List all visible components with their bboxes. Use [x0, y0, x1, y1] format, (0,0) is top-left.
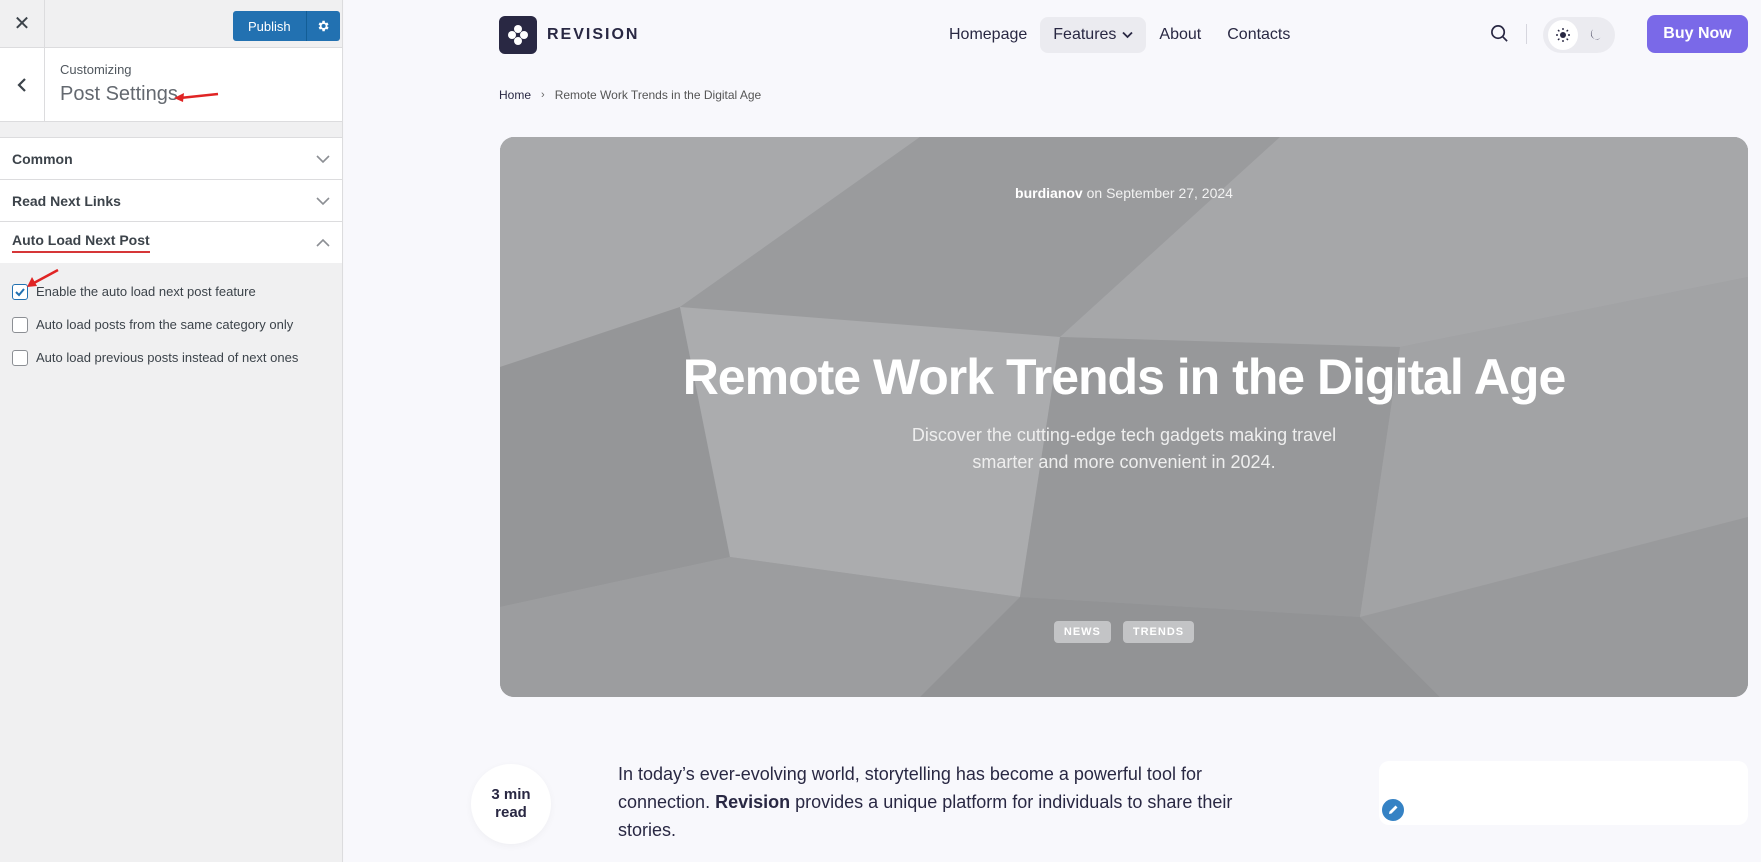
- chevron-up-icon: [316, 238, 330, 247]
- customizer-sidebar: ✕ Publish Customizing Post Settings Comm…: [0, 0, 343, 862]
- light-mode-button[interactable]: [1548, 20, 1578, 50]
- checkbox[interactable]: [12, 349, 28, 366]
- close-icon: ✕: [13, 13, 31, 35]
- section-options: Enable the auto load next post feature A…: [0, 263, 342, 386]
- publish-group: Publish: [233, 11, 340, 41]
- post-subtitle: Discover the cutting-edge tech gadgets m…: [500, 422, 1748, 476]
- section-label: Common: [12, 150, 73, 167]
- dark-mode-button[interactable]: [1580, 20, 1610, 50]
- hero-background: [500, 137, 1748, 697]
- chevron-down-icon: [316, 196, 330, 205]
- buy-now-button[interactable]: Buy Now: [1647, 15, 1748, 53]
- post-tags: NEWS TRENDS: [500, 621, 1748, 643]
- option-previous-posts[interactable]: Auto load previous posts instead of next…: [12, 341, 330, 374]
- site-preview: REVISION Homepage Features About Contact…: [344, 0, 1761, 862]
- panel-header: Customizing Post Settings: [0, 48, 342, 122]
- checkmark-icon: [15, 287, 25, 296]
- publish-button[interactable]: Publish: [233, 11, 306, 41]
- breadcrumb-home[interactable]: Home: [499, 88, 531, 102]
- read-time-unit: read: [495, 804, 527, 821]
- section-label: Read Next Links: [12, 192, 121, 209]
- section-read-next-links[interactable]: Read Next Links: [0, 179, 342, 221]
- read-time-badge: 3 min read: [471, 764, 551, 844]
- breadcrumb-current: Remote Work Trends in the Digital Age: [554, 88, 762, 102]
- chevron-right-icon: ›: [541, 89, 545, 101]
- tag-news[interactable]: NEWS: [1053, 621, 1111, 643]
- search-icon[interactable]: [1490, 24, 1509, 43]
- intro-brand: Revision: [715, 792, 791, 812]
- checkbox-checked[interactable]: [12, 283, 28, 300]
- publish-settings-button[interactable]: [305, 11, 340, 41]
- article-intro: In today’s ever-evolving world, storytel…: [618, 760, 1238, 844]
- option-label: Auto load previous posts instead of next…: [36, 350, 299, 365]
- intro-text-end: provides a unique platform for individua…: [618, 792, 1233, 840]
- option-same-category[interactable]: Auto load posts from the same category o…: [12, 308, 330, 341]
- edit-shortcut-button[interactable]: [1380, 797, 1406, 823]
- divider: [1526, 24, 1527, 44]
- post-date: September 27, 2024: [1106, 185, 1233, 201]
- sun-icon: [1556, 28, 1570, 42]
- theme-toggle[interactable]: [1543, 17, 1615, 53]
- tag-trends[interactable]: TRENDS: [1122, 621, 1195, 643]
- post-meta: burdianov on September 27, 2024: [500, 185, 1748, 201]
- option-label: Auto load posts from the same category o…: [36, 317, 294, 332]
- subtitle-text: Discover the cutting-edge tech gadgets m…: [911, 425, 1337, 472]
- site-header: REVISION Homepage Features About Contact…: [344, 0, 1761, 70]
- logo-icon: [499, 16, 537, 54]
- nav-label: Features: [1053, 26, 1117, 43]
- post-author[interactable]: burdianov: [1015, 185, 1083, 201]
- customizer-header: ✕ Publish: [0, 0, 342, 48]
- site-logo[interactable]: REVISION: [499, 16, 639, 54]
- option-enable-auto-load[interactable]: Enable the auto load next post feature: [12, 275, 330, 308]
- option-label: Enable the auto load next post feature: [36, 284, 256, 299]
- back-button[interactable]: [0, 48, 45, 121]
- gear-icon: [318, 20, 329, 32]
- section-label: Auto Load Next Post: [12, 232, 150, 253]
- main-nav: Homepage Features About Contacts: [936, 17, 1303, 53]
- date-prefix: on: [1086, 185, 1103, 201]
- section-auto-load-next-post[interactable]: Auto Load Next Post: [0, 221, 342, 263]
- close-customizer-button[interactable]: ✕: [0, 0, 45, 48]
- nav-features[interactable]: Features: [1040, 17, 1147, 53]
- panel-title: Post Settings: [60, 83, 178, 105]
- post-title: Remote Work Trends in the Digital Age: [682, 349, 1567, 405]
- pencil-icon: [1389, 805, 1398, 814]
- nav-contacts[interactable]: Contacts: [1214, 17, 1303, 53]
- moon-icon: [1590, 29, 1601, 40]
- hero-image: [500, 137, 1748, 697]
- read-time-value: 3 min: [491, 786, 531, 803]
- sidebar-card: [1379, 761, 1748, 825]
- chevron-left-icon: [17, 77, 26, 92]
- section-common[interactable]: Common: [0, 137, 342, 179]
- logo-text: REVISION: [547, 26, 640, 43]
- breadcrumb: Home › Remote Work Trends in the Digital…: [499, 88, 761, 102]
- checkbox[interactable]: [12, 316, 28, 333]
- chevron-down-icon: [1122, 31, 1134, 39]
- customizing-label: Customizing: [60, 62, 132, 77]
- chevron-down-icon: [316, 154, 330, 163]
- nav-homepage[interactable]: Homepage: [936, 17, 1040, 53]
- nav-about[interactable]: About: [1146, 17, 1214, 53]
